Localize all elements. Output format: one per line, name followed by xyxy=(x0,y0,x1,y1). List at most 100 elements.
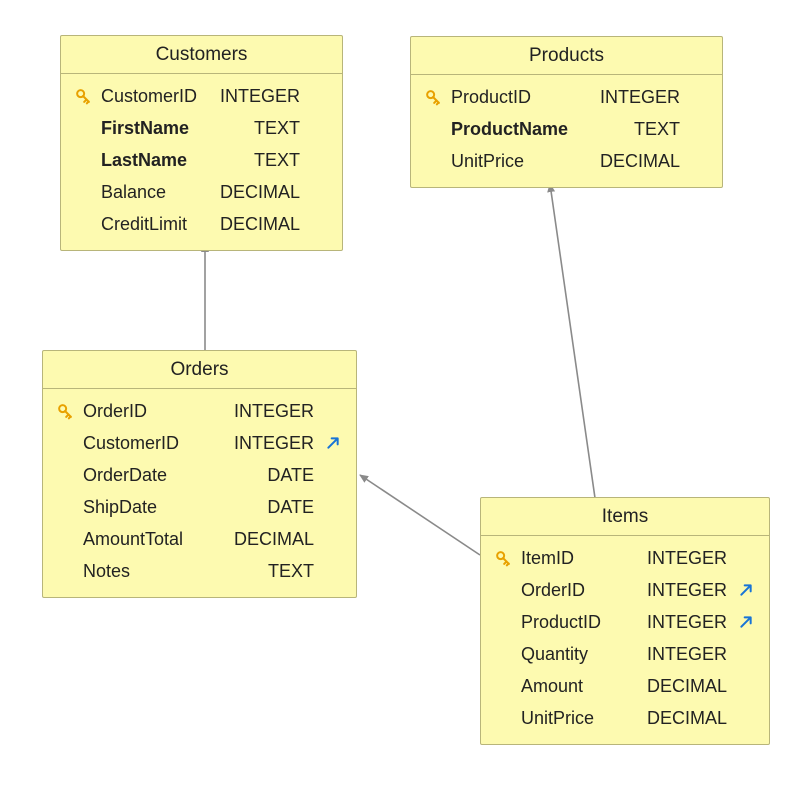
no-icon xyxy=(322,464,344,486)
column-name: CustomerID xyxy=(83,432,228,455)
column-type: DECIMAL xyxy=(647,707,729,730)
column-row: ProductIDINTEGER xyxy=(491,606,757,638)
column-row: LastName TEXT xyxy=(71,144,330,176)
column-name: Quantity xyxy=(521,643,641,666)
no-icon xyxy=(322,528,344,550)
no-icon xyxy=(491,610,515,634)
column-name: ProductName xyxy=(451,118,628,141)
no-icon xyxy=(322,496,344,518)
column-name: OrderID xyxy=(83,400,228,423)
foreign-key-icon xyxy=(735,579,757,601)
no-icon xyxy=(53,559,77,583)
column-type: DECIMAL xyxy=(600,150,682,173)
column-type: INTEGER xyxy=(647,579,729,602)
no-icon xyxy=(735,707,757,729)
column-name: ShipDate xyxy=(83,496,261,519)
entity-items: Items ItemIDINTEGEROrderIDINTEGERProduct… xyxy=(480,497,770,745)
no-icon xyxy=(53,495,77,519)
column-row: AmountTotalDECIMAL xyxy=(53,523,344,555)
column-type: DECIMAL xyxy=(647,675,729,698)
primary-key-icon xyxy=(421,85,445,109)
no-icon xyxy=(71,116,95,140)
no-icon xyxy=(308,85,330,107)
column-name: ProductID xyxy=(451,86,594,109)
no-icon xyxy=(421,117,445,141)
column-type: INTEGER xyxy=(647,643,729,666)
column-row: ProductIDINTEGER xyxy=(421,81,710,113)
no-icon xyxy=(308,117,330,139)
column-row: UnitPrice DECIMAL xyxy=(491,702,757,734)
no-icon xyxy=(71,212,95,236)
column-type: INTEGER xyxy=(647,611,729,634)
entity-products-title: Products xyxy=(411,37,722,75)
no-icon xyxy=(322,560,344,582)
column-row: CustomerID INTEGER xyxy=(53,427,344,459)
column-row: CustomerID INTEGER xyxy=(71,80,330,112)
column-type: TEXT xyxy=(254,117,302,140)
column-row: Amount DECIMAL xyxy=(491,670,757,702)
rel-items-products xyxy=(550,184,595,498)
entity-products-body: ProductIDINTEGER ProductName TEXT UnitPrice… xyxy=(411,75,722,187)
no-icon xyxy=(71,148,95,172)
primary-key-icon xyxy=(53,399,77,423)
entity-customers-title: Customers xyxy=(61,36,342,74)
no-icon xyxy=(688,118,710,140)
no-icon xyxy=(735,675,757,697)
column-type: TEXT xyxy=(254,149,302,172)
no-icon xyxy=(491,642,515,666)
column-name: Notes xyxy=(83,560,262,583)
column-type: DECIMAL xyxy=(220,213,302,236)
column-name: CustomerID xyxy=(101,85,214,108)
column-row: OrderID INTEGER xyxy=(491,574,757,606)
no-icon xyxy=(491,706,515,730)
entity-customers-body: CustomerID INTEGER FirstName TEXT LastName TE… xyxy=(61,74,342,250)
column-row: FirstName TEXT xyxy=(71,112,330,144)
no-icon xyxy=(491,578,515,602)
no-icon xyxy=(53,527,77,551)
column-name: AmountTotal xyxy=(83,528,228,551)
column-name: Balance xyxy=(101,181,214,204)
entity-orders: Orders OrderIDINTEGERCustomerIDINTEGEROr… xyxy=(42,350,357,598)
no-icon xyxy=(421,149,445,173)
entity-products: Products ProductIDINTEGER ProductName TEXT… xyxy=(410,36,723,188)
column-row: OrderID INTEGER xyxy=(53,395,344,427)
column-row: Balance DECIMAL xyxy=(71,176,330,208)
column-name: OrderDate xyxy=(83,464,261,487)
no-icon xyxy=(688,86,710,108)
no-icon xyxy=(53,463,77,487)
foreign-key-icon xyxy=(735,611,757,633)
column-name: FirstName xyxy=(101,117,248,140)
primary-key-icon xyxy=(71,84,95,108)
column-type: INTEGER xyxy=(234,400,316,423)
column-type: TEXT xyxy=(634,118,682,141)
entity-customers: Customers CustomerID INTEGER FirstName TEXT… xyxy=(60,35,343,251)
column-name: OrderID xyxy=(521,579,641,602)
rel-items-orders xyxy=(360,475,480,555)
column-type: DATE xyxy=(267,496,316,519)
column-row: ProductName TEXT xyxy=(421,113,710,145)
no-icon xyxy=(308,181,330,203)
entity-items-body: ItemIDINTEGEROrderIDINTEGERProductIDINTE… xyxy=(481,536,769,744)
column-row: UnitPriceDECIMAL xyxy=(421,145,710,177)
column-type: INTEGER xyxy=(220,85,302,108)
column-type: INTEGER xyxy=(234,432,316,455)
column-type: DECIMAL xyxy=(220,181,302,204)
column-row: ItemIDINTEGER xyxy=(491,542,757,574)
column-name: LastName xyxy=(101,149,248,172)
column-row: Quantity INTEGER xyxy=(491,638,757,670)
no-icon xyxy=(308,149,330,171)
entity-orders-title: Orders xyxy=(43,351,356,389)
column-row: CreditLimitDECIMAL xyxy=(71,208,330,240)
entity-orders-body: OrderID INTEGER CustomerID INTEGER OrderDate… xyxy=(43,389,356,597)
no-icon xyxy=(71,180,95,204)
column-type: DATE xyxy=(267,464,316,487)
column-type: TEXT xyxy=(268,560,316,583)
no-icon xyxy=(688,150,710,172)
column-name: ItemID xyxy=(521,547,641,570)
no-icon xyxy=(735,547,757,569)
primary-key-icon xyxy=(491,546,515,570)
column-name: Amount xyxy=(521,675,641,698)
column-name: UnitPrice xyxy=(521,707,641,730)
no-icon xyxy=(491,674,515,698)
no-icon xyxy=(735,643,757,665)
